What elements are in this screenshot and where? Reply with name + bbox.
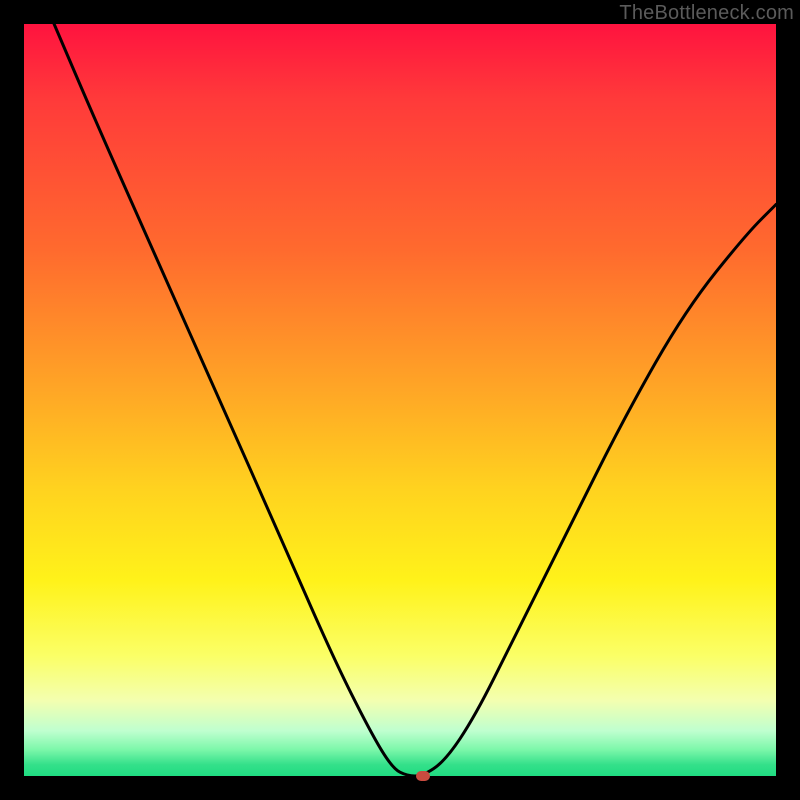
min-marker — [416, 771, 430, 781]
curve-path — [54, 24, 776, 776]
bottleneck-curve — [24, 24, 776, 776]
plot-area — [24, 24, 776, 776]
chart-frame: TheBottleneck.com — [0, 0, 800, 800]
watermark-text: TheBottleneck.com — [619, 2, 794, 25]
